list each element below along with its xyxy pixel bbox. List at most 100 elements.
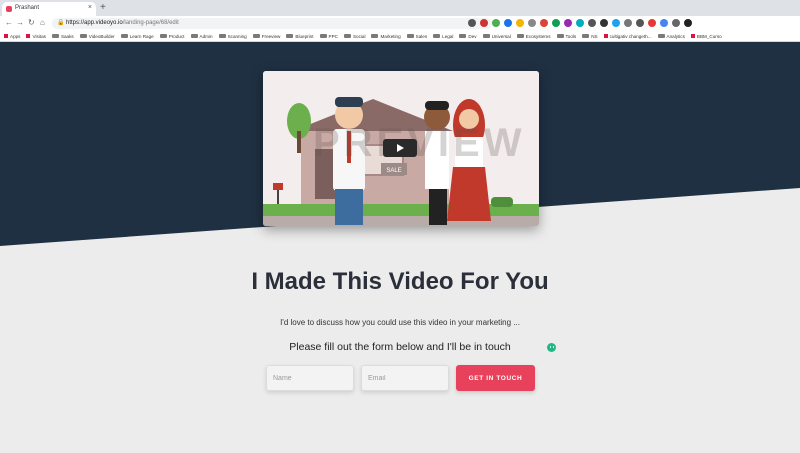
folder-icon — [582, 34, 590, 38]
bookmark-label: NS — [591, 33, 598, 39]
extension-icon[interactable] — [468, 19, 476, 27]
browser-tabstrip: Prashant × + — [0, 0, 800, 16]
extension-icon[interactable] — [600, 19, 608, 27]
browser-toolbar: ← → ↻ ⌂ 🔒 https://app.videoyo.io/landing… — [0, 16, 800, 31]
bookmark-item[interactable]: Visitas — [26, 34, 46, 39]
folder-icon — [159, 34, 167, 38]
play-button[interactable] — [383, 139, 417, 157]
folder-icon — [482, 34, 490, 38]
extension-icon[interactable] — [540, 19, 548, 27]
forward-button[interactable]: → — [16, 18, 24, 27]
bookmark-item[interactable]: Product — [159, 34, 185, 39]
bookmark-item[interactable]: Ecosystems — [516, 33, 551, 39]
folder-icon — [459, 34, 467, 38]
address-bar[interactable]: 🔒 https://app.videoyo.io/landing-page/68… — [52, 18, 492, 29]
bookmark-item[interactable]: Saaks — [51, 33, 74, 39]
bookmark-label: cultigativ changeth... — [609, 33, 652, 39]
folder-icon — [371, 34, 379, 38]
page-icon — [603, 34, 608, 38]
extension-icon[interactable] — [648, 19, 656, 27]
extension-icon[interactable] — [588, 19, 596, 27]
url-host: https://app.videoyo.io — [66, 20, 123, 26]
bookmark-item[interactable]: Scanning — [218, 33, 247, 39]
extension-icon[interactable] — [624, 19, 632, 27]
bookmark-item[interactable]: BBM_Curso — [690, 33, 722, 39]
bookmark-item[interactable]: Universal — [482, 33, 511, 39]
sale-sign-label: SALE — [386, 168, 401, 174]
page-title: I Made This Video For You — [251, 268, 549, 295]
bookmark-label: Ecosystems — [525, 33, 551, 39]
bookmark-item[interactable]: PPC — [319, 33, 338, 39]
extension-icon[interactable] — [636, 19, 644, 27]
bookmark-label: Scanning — [227, 33, 247, 39]
extension-icon[interactable] — [684, 19, 692, 27]
preview-watermark: PREVIEW — [313, 121, 526, 165]
bookmark-label: Tools — [565, 33, 577, 39]
folder-icon — [120, 34, 128, 38]
bookmark-label: Marketing — [380, 33, 401, 39]
email-field[interactable] — [361, 365, 449, 391]
bookmark-item[interactable]: Legal — [433, 34, 453, 39]
extension-icon[interactable] — [516, 19, 524, 27]
folder-icon — [516, 34, 524, 38]
bookmark-label: BBM_Curso — [696, 33, 722, 39]
reload-button[interactable]: ↻ — [28, 18, 35, 27]
bookmark-item[interactable]: Analytics — [657, 34, 685, 39]
folder-icon — [286, 34, 294, 38]
bookmark-label: Blueprint — [295, 33, 314, 39]
extension-icon[interactable] — [492, 19, 500, 27]
extension-icon[interactable] — [564, 19, 572, 27]
folder-icon — [343, 34, 351, 38]
folder-icon — [406, 34, 414, 38]
folder-icon — [51, 34, 59, 38]
page-icon — [26, 34, 31, 38]
bookmark-label: VideoBuilder — [88, 33, 115, 39]
extension-icon[interactable] — [552, 19, 560, 27]
name-field[interactable] — [266, 365, 354, 391]
extension-icons — [468, 19, 692, 27]
bookmark-item[interactable]: Sales — [406, 34, 427, 39]
bookmark-item[interactable]: Freeview — [252, 34, 280, 39]
apps-icon — [4, 34, 8, 38]
back-button[interactable]: ← — [5, 18, 13, 27]
folder-icon — [319, 34, 327, 38]
bookmark-item[interactable]: cultigativ changeth... — [603, 33, 652, 39]
browser-tab[interactable]: Prashant × — [2, 2, 96, 16]
bookmark-item[interactable]: Tools — [556, 33, 577, 39]
lock-icon: 🔒 — [57, 20, 65, 26]
bookmark-item[interactable]: Learn Rage — [120, 34, 154, 39]
bookmark-label: PPC — [328, 33, 338, 39]
globe-icon — [690, 34, 695, 38]
grammarly-icon[interactable] — [547, 343, 556, 352]
bookmark-item[interactable]: Apps — [4, 34, 20, 39]
extension-icon[interactable] — [576, 19, 584, 27]
folder-icon — [433, 34, 441, 38]
bookmark-item[interactable]: Dev — [459, 34, 477, 39]
bookmark-item[interactable]: NS — [582, 33, 598, 39]
intro-text: I'd love to discuss how you could use th… — [280, 318, 520, 327]
tab-close-icon[interactable]: × — [88, 4, 92, 11]
favicon-icon — [6, 6, 12, 12]
extension-icon[interactable] — [612, 19, 620, 27]
bookmark-label: Saaks — [60, 33, 74, 39]
new-tab-button[interactable]: + — [100, 2, 106, 13]
bookmark-item[interactable]: Admin — [190, 34, 213, 39]
bookmark-label: Social — [352, 33, 366, 39]
extension-icon[interactable] — [480, 19, 488, 27]
video-preview[interactable]: SALE PREVIEW — [263, 71, 539, 226]
bookmark-label: Legal — [442, 33, 454, 39]
play-icon — [397, 144, 404, 152]
bookmarks-bar: Apps Visitas Saaks VideoBuilder Learn Rage Pr… — [0, 31, 800, 42]
bookmark-label: Universal — [491, 33, 511, 39]
extension-icon[interactable] — [504, 19, 512, 27]
get-in-touch-button[interactable]: GET IN TOUCH — [456, 365, 535, 391]
folder-icon — [556, 34, 564, 38]
bookmark-item[interactable]: Social — [343, 33, 366, 39]
bookmark-item[interactable]: Blueprint — [286, 33, 314, 39]
bookmark-item[interactable]: Marketing — [371, 33, 401, 39]
extension-icon[interactable] — [660, 19, 668, 27]
extension-icon[interactable] — [672, 19, 680, 27]
home-button[interactable]: ⌂ — [40, 18, 45, 27]
bookmark-item[interactable]: VideoBuilder — [79, 33, 115, 39]
extension-icon[interactable] — [528, 19, 536, 27]
